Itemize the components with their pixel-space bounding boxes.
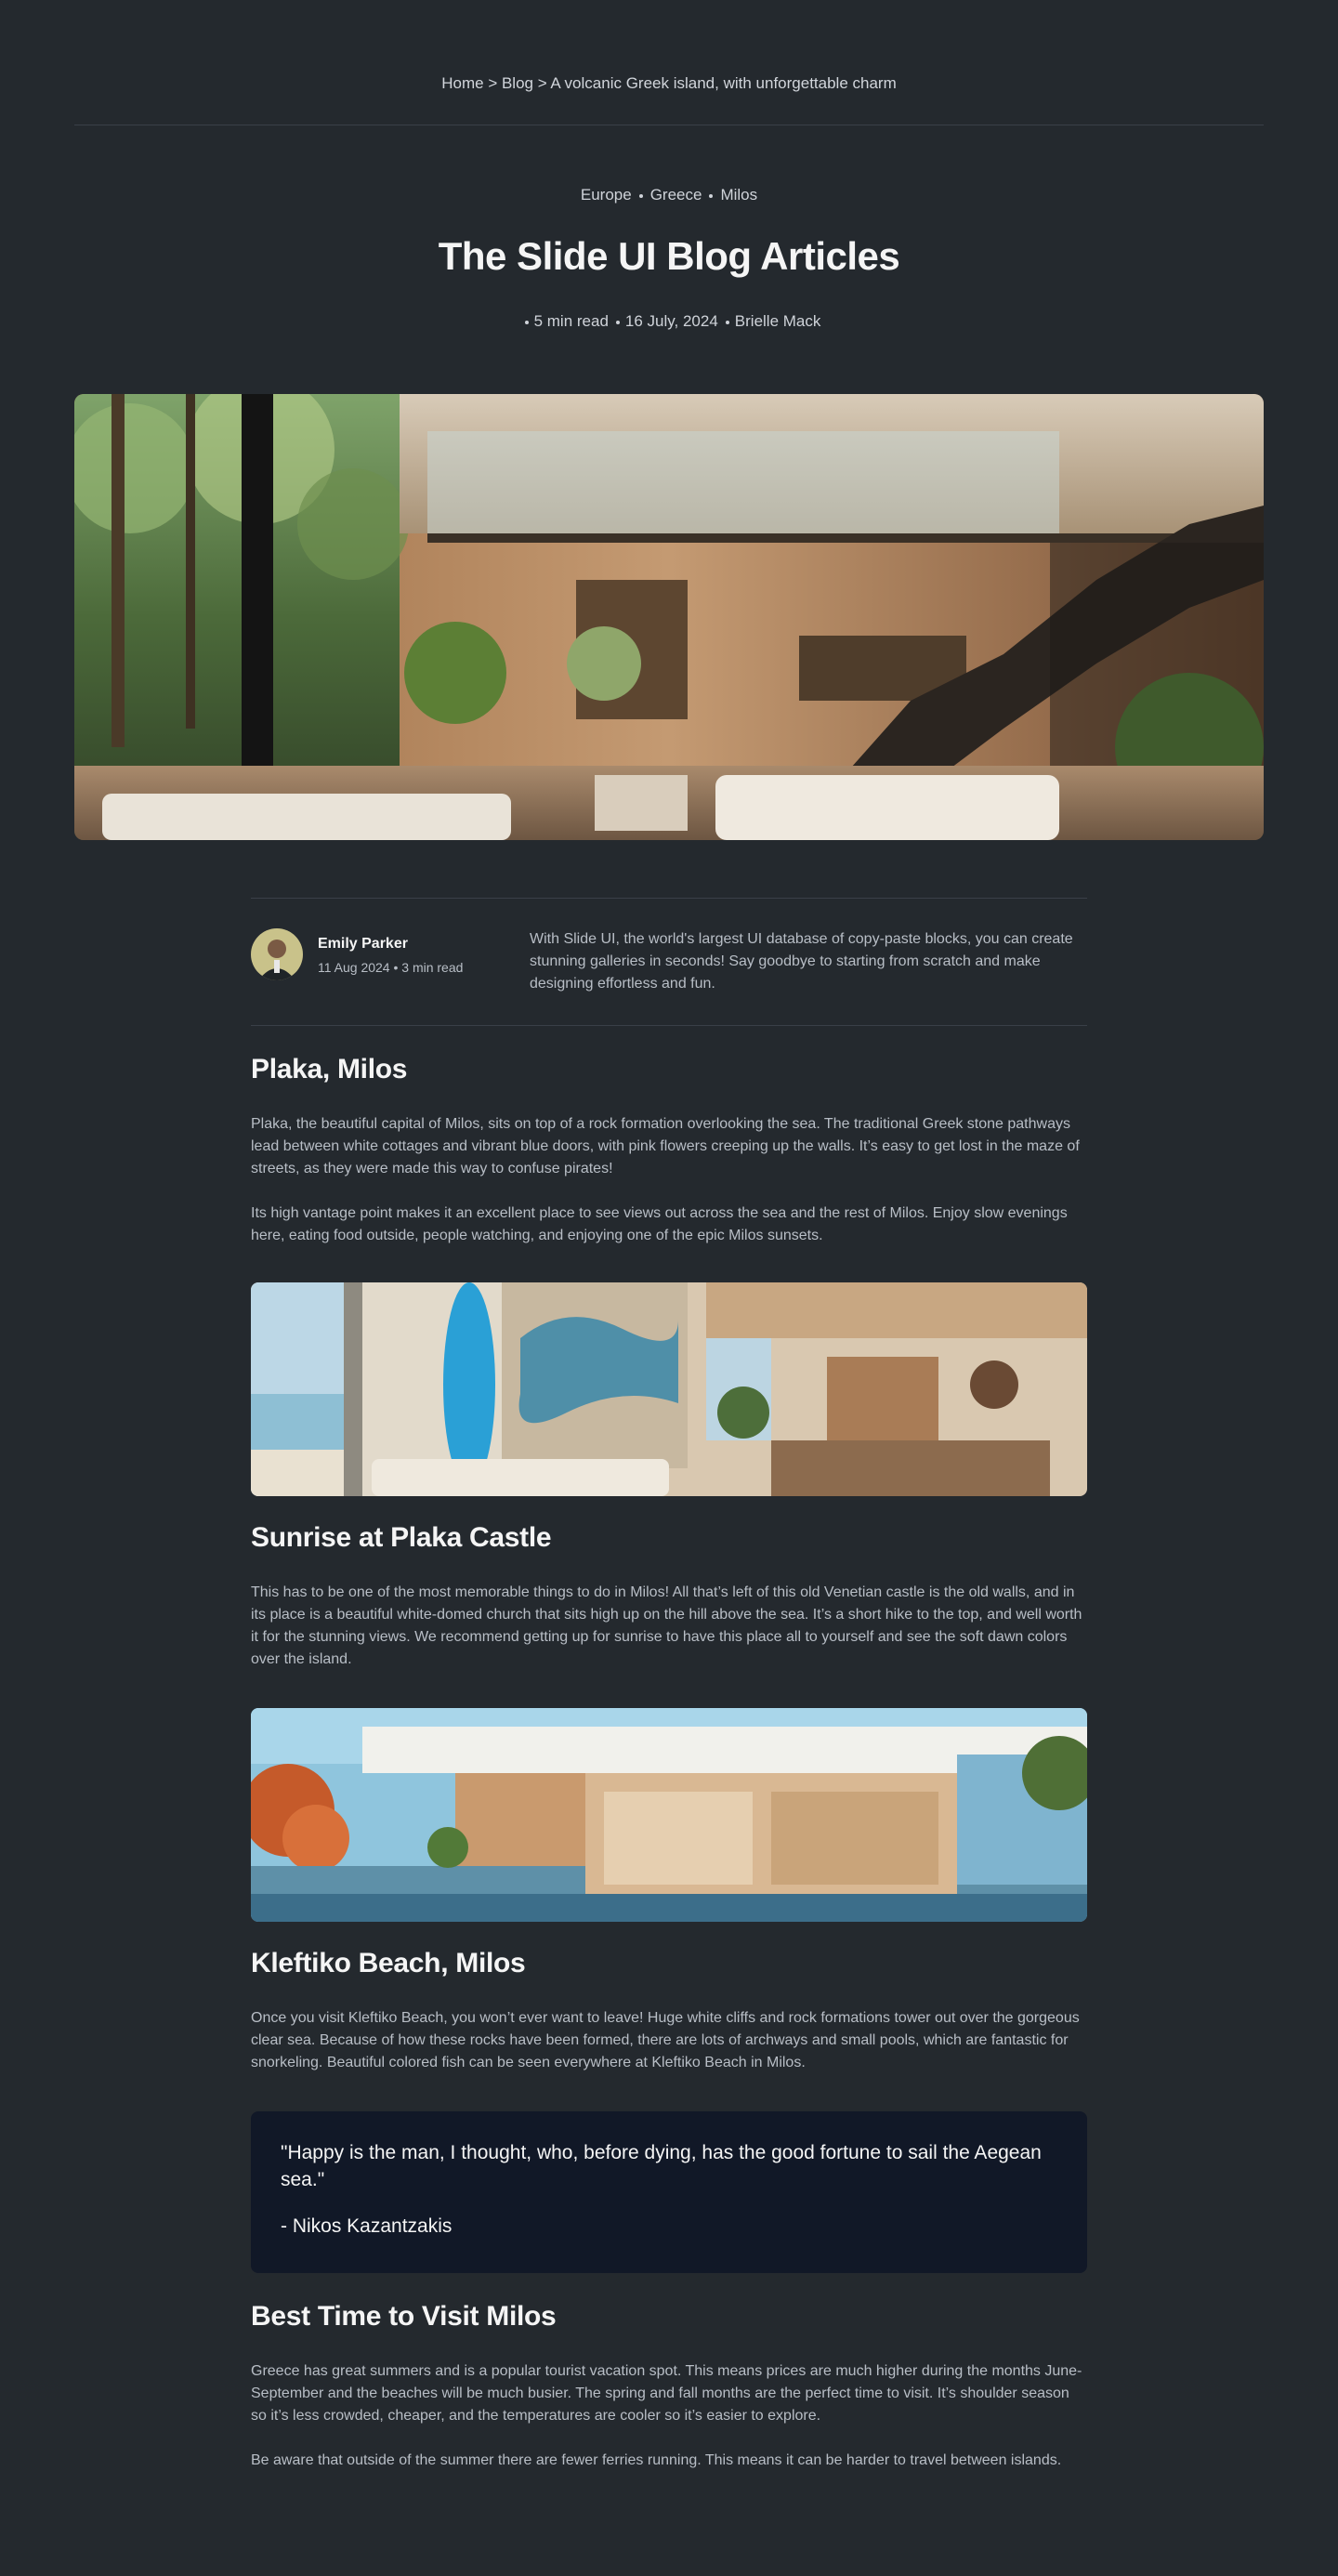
publish-date: 16 July, 2024 [624, 312, 718, 330]
quote-author: - Nikos Kazantzakis [281, 2215, 453, 2237]
tag-milos[interactable]: Milos [720, 186, 757, 204]
author-description: With Slide UI, the world's largest UI da… [530, 931, 1073, 992]
paragraph: Once you visit Kleftiko Beach, you won’t… [251, 2010, 1080, 2070]
article-meta: 5 min read 16 July, 2024 Brielle Mack [0, 312, 1338, 331]
dot-separator [725, 320, 729, 324]
section-best-time: Best Time to Visit Milos Greece has grea… [251, 2301, 1087, 2472]
tag-list: Europe Greece Milos [0, 186, 1338, 204]
section-heading: Plaka, Milos [251, 1054, 408, 1084]
tag-europe[interactable]: Europe [581, 186, 632, 204]
dot-separator [709, 193, 714, 198]
read-time: 5 min read [533, 312, 609, 330]
dot-separator [524, 320, 529, 324]
tag-greece[interactable]: Greece [650, 186, 702, 204]
blockquote: "Happy is the man, I thought, who, befor… [251, 2111, 1087, 2273]
breadcrumb[interactable]: Home > Blog > A volcanic Greek island, w… [0, 74, 1338, 93]
section-heading: Best Time to Visit Milos [251, 2301, 557, 2332]
gallery-image-interior [251, 1282, 1087, 1496]
section-heading: Kleftiko Beach, Milos [251, 1948, 526, 1978]
quote-text: "Happy is the man, I thought, who, befor… [281, 2142, 1042, 2190]
dot-separator [638, 193, 643, 198]
section-kleftiko: Kleftiko Beach, Milos Once you visit Kle… [251, 1948, 1087, 2074]
article-author[interactable]: Brielle Mack [735, 312, 821, 330]
section-heading: Sunrise at Plaka Castle [251, 1522, 552, 1553]
paragraph: Be aware that outside of the summer ther… [251, 2452, 1062, 2468]
paragraph: Greece has great summers and is a popula… [251, 2363, 1082, 2424]
author-name[interactable]: Emily Parker [318, 936, 408, 953]
page-title: The Slide UI Blog Articles [438, 234, 900, 278]
section-plaka: Plaka, Milos Plaka, the beautiful capita… [251, 1054, 1087, 1247]
author-card: Emily Parker 11 Aug 2024 • 3 min read Wi… [251, 898, 1087, 1026]
hero-image [74, 394, 1264, 840]
paragraph: Its high vantage point makes it an excel… [251, 1205, 1068, 1243]
gallery-image-villa [251, 1708, 1087, 1922]
paragraph: This has to be one of the most memorable… [251, 1584, 1082, 1667]
avatar[interactable] [251, 928, 303, 980]
section-sunrise: Sunrise at Plaka Castle This has to be o… [251, 1522, 1087, 1671]
dot-separator [615, 320, 620, 324]
paragraph: Plaka, the beautiful capital of Milos, s… [251, 1116, 1080, 1176]
author-meta: 11 Aug 2024 • 3 min read [318, 960, 464, 975]
